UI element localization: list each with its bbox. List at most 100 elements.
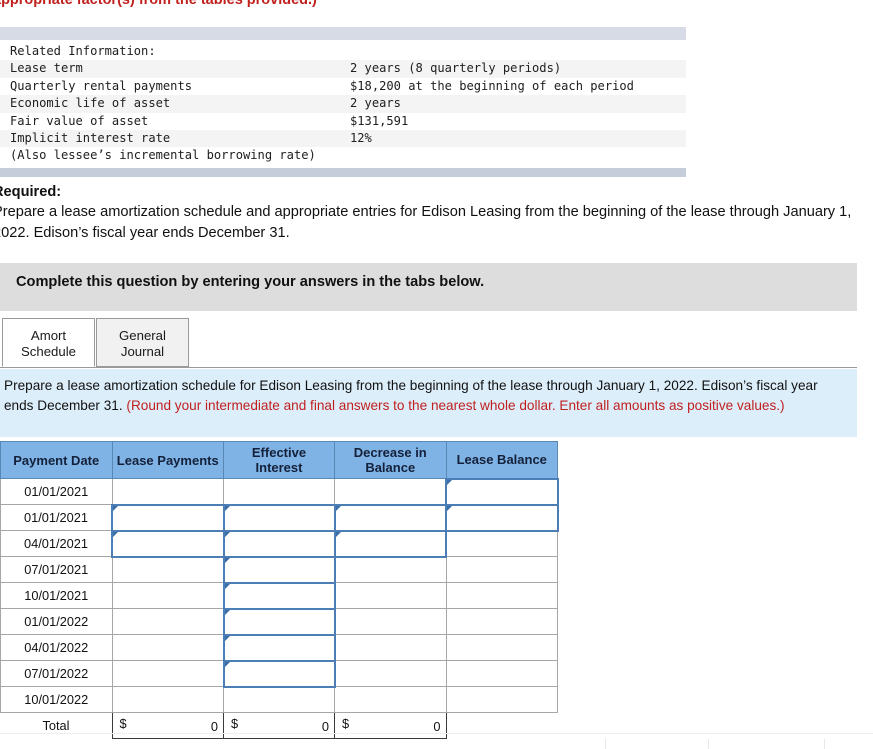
- related-info-label: Lease term: [0, 60, 350, 78]
- amortization-header-row: Payment Date Lease Payments Effective In…: [0, 441, 558, 479]
- table-row: 07/01/2021: [0, 555, 558, 584]
- decrease-in-balance-input[interactable]: [333, 503, 447, 532]
- tab-amort-schedule-line2: Schedule: [21, 344, 76, 359]
- related-info-value: [350, 147, 686, 164]
- table-row: 04/01/2022: [0, 633, 558, 662]
- answer-tabs: Amort Schedule General Journal: [0, 318, 857, 368]
- related-info-value: 12%: [350, 130, 686, 148]
- related-info-value: 2 years (8 quarterly periods): [350, 60, 686, 78]
- currency-symbol: $: [231, 715, 239, 731]
- effective-interest-input[interactable]: [222, 607, 336, 636]
- complete-question-text: Complete this question by entering your …: [16, 274, 485, 290]
- decrease-in-balance-cell: [334, 634, 447, 661]
- lease-payments-cell: [111, 582, 224, 609]
- lease-balance-input[interactable]: [445, 503, 559, 532]
- lease-payments-cell: [111, 608, 224, 635]
- payment-date-cell: 01/01/2021: [0, 504, 113, 531]
- column-header-payment-date: Payment Date: [0, 441, 113, 479]
- effective-interest-input[interactable]: [222, 555, 336, 584]
- related-info-label: Economic life of asset: [0, 95, 350, 113]
- related-information-heading-row: Related Information:: [0, 43, 686, 60]
- related-info-value: $131,591: [350, 113, 409, 128]
- related-info-value: $18,200 at the beginning of each period: [350, 78, 634, 93]
- lease-balance-cell: [445, 608, 558, 635]
- tab-amort-schedule-line1: Amort: [30, 328, 67, 343]
- total-lease-payments-value: 0: [210, 719, 218, 734]
- cut-off-instruction-label: appropriate factor(s) from the tables pr…: [0, 0, 317, 8]
- lease-payments-cell: [111, 634, 224, 661]
- decrease-in-balance-input[interactable]: [333, 529, 447, 558]
- column-header-lease-balance: Lease Balance: [445, 441, 558, 479]
- related-information-heading: Related Information:: [10, 44, 156, 58]
- tab-general-journal-line2: Journal: [120, 344, 165, 359]
- lease-payments-cell: [111, 660, 224, 687]
- instruction-paragraph: Prepare a lease amortization schedule fo…: [4, 376, 849, 416]
- related-info-value: 2 years: [350, 95, 686, 113]
- instruction-panel: Prepare a lease amortization schedule fo…: [0, 369, 857, 437]
- lease-payments-cell: [111, 686, 224, 713]
- effective-interest-cell: [223, 686, 335, 713]
- complete-question-banner: Complete this question by entering your …: [0, 263, 857, 311]
- total-decrease-in-balance-value: 0: [433, 719, 441, 734]
- decrease-in-balance-cell: [334, 478, 447, 505]
- column-header-decrease-in-balance: Decrease in Balance: [334, 441, 447, 479]
- lease-balance-cell: [445, 556, 558, 583]
- related-info-label: Implicit interest rate: [0, 130, 350, 148]
- related-information-row: Fair value of asset $131,591: [0, 113, 686, 130]
- tab-amort-schedule[interactable]: Amort Schedule: [2, 318, 95, 367]
- related-information-bottom-bar: [0, 167, 686, 177]
- decrease-in-balance-cell: [334, 556, 447, 583]
- table-row: 01/01/2022: [0, 607, 558, 636]
- table-row: 01/01/2021: [0, 503, 559, 532]
- effective-interest-input[interactable]: [222, 529, 336, 558]
- tab-general-journal[interactable]: General Journal: [96, 318, 189, 367]
- lease-balance-cell: [445, 686, 558, 713]
- related-information-row: (Also lessee’s incremental borrowing rat…: [0, 147, 686, 164]
- related-info-label: (Also lessee’s incremental borrowing rat…: [10, 148, 316, 163]
- required-heading: Required:: [0, 184, 62, 200]
- table-row: 07/01/2022: [0, 659, 558, 688]
- currency-symbol: $: [342, 715, 350, 731]
- lease-payments-input[interactable]: [111, 503, 225, 532]
- related-info-label: Quarterly rental payments: [10, 78, 193, 93]
- effective-interest-input[interactable]: [222, 503, 336, 532]
- instruction-red-text: (Round your intermediate and final answe…: [126, 398, 785, 413]
- related-information-body: Related Information: Lease term 2 years …: [0, 40, 686, 168]
- effective-interest-input[interactable]: [222, 659, 336, 688]
- related-information-top-bar: [0, 27, 686, 40]
- table-row: 10/01/2021: [0, 581, 558, 610]
- lease-balance-input[interactable]: [445, 477, 559, 506]
- related-information-row: Economic life of asset 2 years: [0, 95, 686, 113]
- effective-interest-input[interactable]: [222, 633, 336, 662]
- amortization-schedule-table: Payment Date Lease Payments Effective In…: [0, 441, 559, 739]
- column-header-effective-interest: Effective Interest: [223, 441, 335, 479]
- tab-general-journal-line1: General: [119, 328, 166, 343]
- effective-interest-input[interactable]: [222, 581, 336, 610]
- payment-date-cell: 04/01/2022: [0, 634, 113, 661]
- related-information-table: Related Information: Lease term 2 years …: [0, 43, 686, 165]
- effective-interest-cell: [223, 478, 335, 505]
- lease-payments-cell: [111, 556, 224, 583]
- related-information-row: Implicit interest rate 12%: [0, 130, 686, 148]
- required-line-2: 2022. Edison’s fiscal year ends December…: [0, 225, 290, 241]
- lease-balance-cell: [445, 634, 558, 661]
- related-information-row: Lease term 2 years (8 quarterly periods): [0, 60, 686, 78]
- lease-balance-cell: [445, 530, 558, 557]
- total-effective-interest-value: 0: [321, 719, 329, 734]
- decrease-in-balance-cell: [334, 686, 447, 713]
- bottom-toolbar: [0, 733, 873, 749]
- payment-date-cell: 04/01/2021: [0, 530, 113, 557]
- lease-payments-cell: [111, 478, 224, 505]
- table-row: 01/01/2021: [0, 477, 559, 506]
- cut-off-instruction-text: appropriate factor(s) from the tables pr…: [0, 0, 693, 9]
- table-row: 04/01/2021: [0, 529, 558, 558]
- required-section: Required: Prepare a lease amortization s…: [0, 183, 873, 244]
- related-information-panel: Related Information: Lease term 2 years …: [0, 27, 686, 177]
- lease-payments-input[interactable]: [111, 529, 225, 558]
- currency-symbol: $: [119, 715, 127, 731]
- decrease-in-balance-cell: [334, 660, 447, 687]
- payment-date-cell: 10/01/2021: [0, 582, 113, 609]
- decrease-in-balance-cell: [334, 582, 447, 609]
- column-header-lease-payments: Lease Payments: [111, 441, 224, 479]
- payment-date-cell: 01/01/2021: [0, 478, 113, 505]
